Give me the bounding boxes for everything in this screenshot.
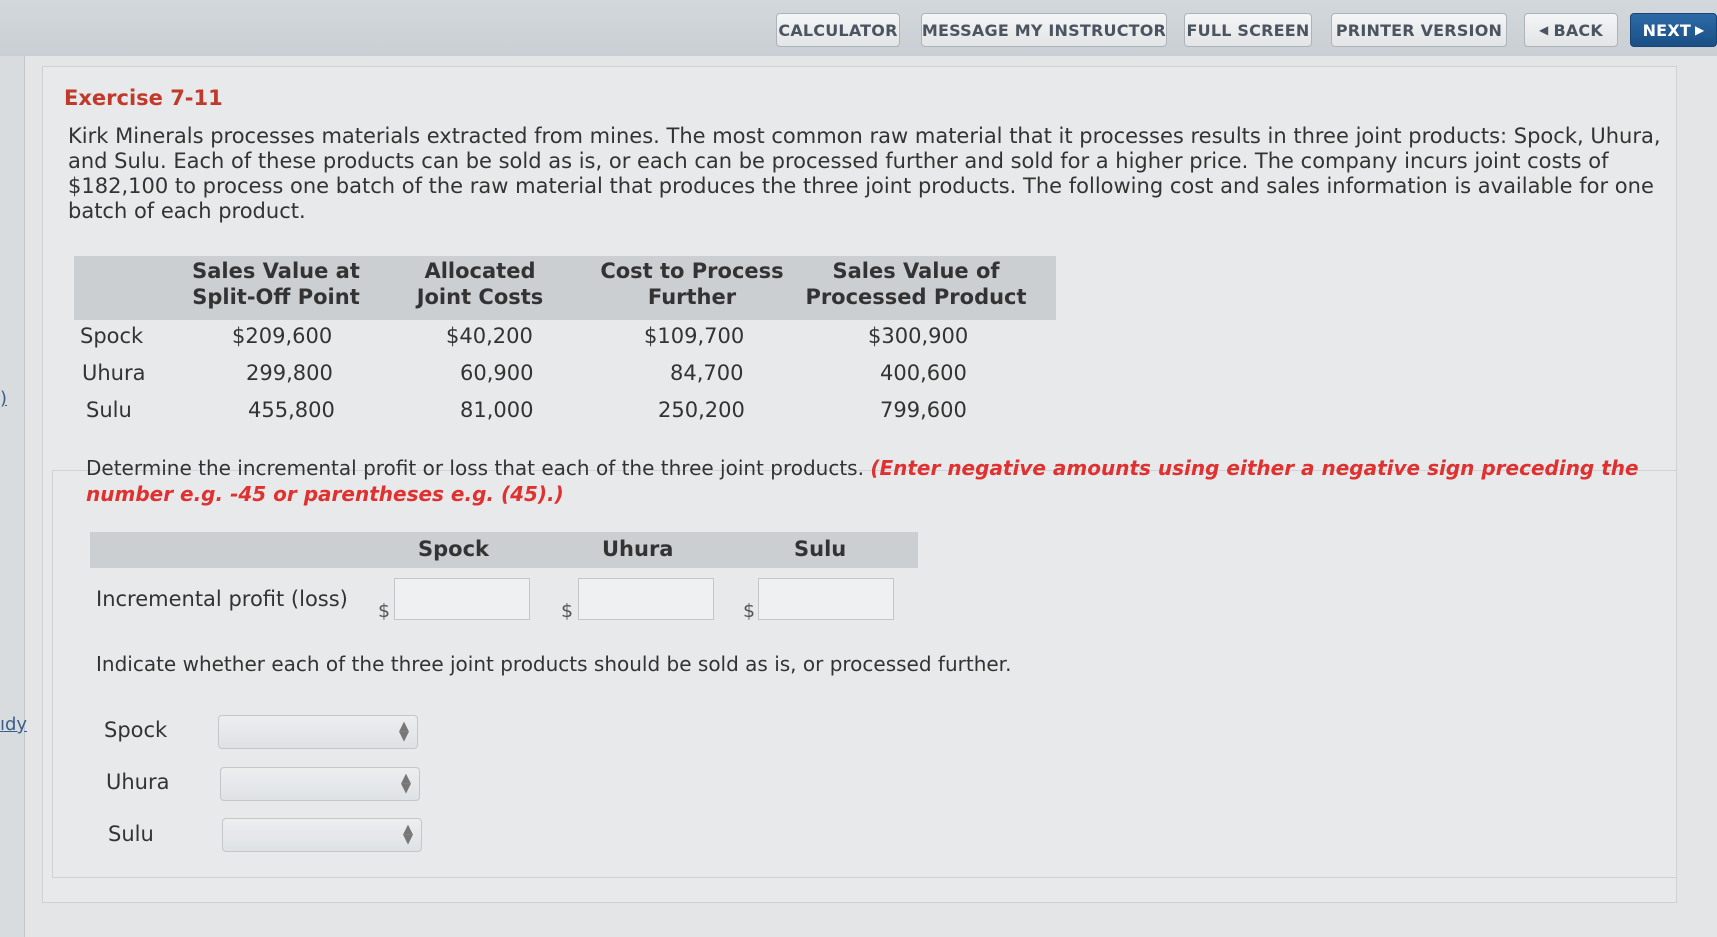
decision-label-uhura: Uhura [106,770,170,794]
question-text: Determine the incremental profit or loss… [86,455,1656,507]
cell-sulu-further: 250,200 [658,398,745,422]
cell-spock-further: $109,700 [644,324,745,348]
select-arrows-icon: ▲ ▼ [399,719,409,744]
cell-sulu-joint: 81,000 [460,398,534,422]
header-line: Allocated [424,259,536,283]
row-label-uhura: Uhura [82,361,146,385]
cell-uhura-processed: 400,600 [880,361,967,385]
question-main: Determine the incremental profit or loss… [86,456,871,480]
decision-select-uhura[interactable]: ▲ ▼ [220,767,420,801]
calculator-button[interactable]: CALCULATOR [776,13,900,47]
header-cost-process-further: Cost to Process Further [592,258,792,310]
answer-header-uhura: Uhura [602,537,674,561]
next-label: NEXT [1642,20,1691,40]
currency-symbol: $ [743,600,756,622]
problem-text: Kirk Minerals processes materials extrac… [68,124,1661,223]
select-arrows-icon: ▲ ▼ [403,822,413,847]
top-toolbar: CALCULATOR MESSAGE MY INSTRUCTOR FULL SC… [0,0,1717,56]
incremental-spock-input[interactable] [394,578,530,620]
triangle-right-icon: ▶ [1694,23,1705,37]
cell-spock-joint: $40,200 [446,324,533,348]
sidebar-link-a[interactable]: ) [0,388,7,409]
decision-label-sulu: Sulu [108,822,154,846]
row-label-spock: Spock [80,324,144,348]
back-button[interactable]: ◀ BACK [1524,13,1618,47]
printer-version-button[interactable]: PRINTER VERSION [1331,13,1507,47]
sidebar-link-b[interactable]: ıdy [0,714,27,735]
chevron-left-icon: ◀ [1539,23,1549,37]
answer-header-spock: Spock [418,537,489,561]
cell-uhura-joint: 60,900 [460,361,534,385]
header-sales-split-off: Sales Value at Split-Off Point [176,258,376,310]
decision-prompt: Indicate whether each of the three joint… [96,652,1012,676]
incremental-profit-label: Incremental profit (loss) [96,587,348,611]
answer-header-sulu: Sulu [794,537,847,561]
decision-label-spock: Spock [104,718,168,742]
decision-select-spock[interactable]: ▲ ▼ [218,715,418,749]
decision-select-sulu[interactable]: ▲ ▼ [222,818,422,852]
currency-symbol: $ [378,600,391,622]
cell-spock-processed: $300,900 [868,324,969,348]
cell-sulu-processed: 799,600 [880,398,967,422]
cell-uhura-further: 84,700 [670,361,744,385]
row-label-sulu: Sulu [86,398,132,422]
incremental-uhura-input[interactable] [578,578,714,620]
header-line: Split-Off Point [192,285,360,309]
header-sales-processed: Sales Value of Processed Product [800,258,1032,310]
message-instructor-button[interactable]: MESSAGE MY INSTRUCTOR [921,13,1167,47]
incremental-sulu-input[interactable] [758,578,894,620]
header-line: Processed Product [805,285,1027,309]
header-line: Sales Value of [832,259,1000,283]
header-line: Joint Costs [416,285,544,309]
cell-sulu-split-off: 455,800 [248,398,335,422]
cell-uhura-split-off: 299,800 [246,361,333,385]
cell-spock-split-off: $209,600 [232,324,333,348]
select-arrows-icon: ▲ ▼ [401,771,411,796]
header-line: Cost to Process [600,259,784,283]
back-label: BACK [1553,20,1603,40]
header-line: Further [647,285,737,309]
full-screen-button[interactable]: FULL SCREEN [1184,13,1312,47]
header-line: Sales Value at [192,259,360,283]
exercise-title: Exercise 7-11 [64,86,223,110]
left-sidebar: ) ıdy [0,56,27,937]
next-button[interactable]: NEXT ▶ [1630,13,1717,47]
currency-symbol: $ [561,600,574,622]
header-allocated-joint-costs: Allocated Joint Costs [400,258,560,310]
